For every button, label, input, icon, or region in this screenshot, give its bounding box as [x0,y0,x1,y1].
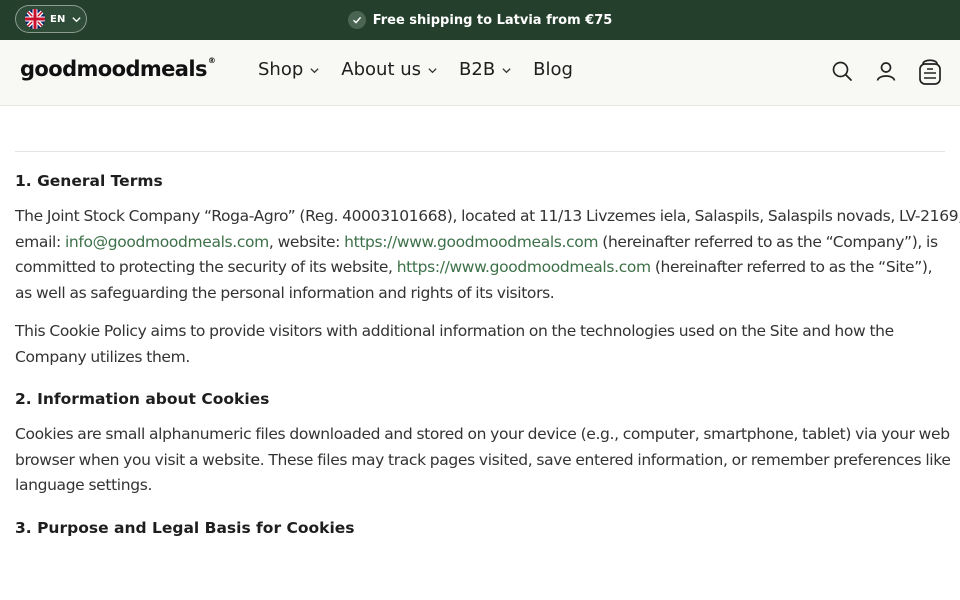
text-line: Company utilizes them. [15,347,190,366]
announcement-bar: EN Free shipping to Latvia from €75 [0,0,960,40]
text-line: email: info@goodmoodmeals.com, website: … [15,230,945,256]
chevron-down-icon [310,68,319,74]
header-actions [830,56,942,86]
nav-item-about-us[interactable]: About us [341,59,438,86]
section-heading-cookies-info: 2. Information about Cookies [15,390,270,408]
text-span: , website: [268,232,345,251]
nav-item-b2b[interactable]: B2B [459,59,512,86]
chevron-down-icon [71,16,81,22]
text-line: Cookies are small alphanumeric files dow… [15,425,950,443]
language-code: EN [50,13,66,25]
policy-content: 1. General Terms The Joint Stock Company… [0,151,960,538]
text-line: committed to protecting the security of … [15,255,945,281]
nav-item-blog[interactable]: Blog [533,59,573,86]
paragraph-company-info: The Joint Stock Company “Roga-Agro” (Reg… [15,204,960,306]
site-logo[interactable]: goodmoodmeals® [20,56,216,81]
language-selector[interactable]: EN [15,5,87,33]
promo-text: Free shipping to Latvia from €75 [372,12,613,28]
website-link[interactable]: https://www.goodmoodmeals.com [344,233,598,251]
bag-icon[interactable] [918,56,942,86]
main-nav: Shop About us B2B Blog [258,40,594,105]
website-link[interactable]: https://www.goodmoodmeals.com [397,258,651,276]
paragraph-cookies-definition: Cookies are small alphanumeric files dow… [15,422,951,499]
text-line: as well as safeguarding the personal inf… [15,283,555,302]
account-icon[interactable] [874,56,898,86]
text-span: email: [15,232,65,251]
site-header: goodmoodmeals® Shop About us B2B Blog [0,40,960,106]
uk-flag-icon [25,9,45,29]
text-span: (hereinafter referred to as the “Site”), [650,258,933,276]
nav-item-shop[interactable]: Shop [258,59,320,86]
paragraph-policy-aim: This Cookie Policy aims to provide visit… [15,319,945,370]
promo-message: Free shipping to Latvia from €75 [0,0,960,40]
text-line: language settings. [15,476,153,494]
chevron-down-icon [502,68,511,74]
registered-mark: ® [207,56,216,65]
text-line: browser when you visit a website. These … [15,450,951,469]
check-icon [347,11,366,29]
section-heading-general-terms: 1. General Terms [15,172,163,190]
chevron-down-icon [428,68,437,74]
text-line: This Cookie Policy aims to provide visit… [15,322,894,340]
text-span: (hereinafter referred to as the “Company… [598,232,938,251]
search-icon[interactable] [830,56,854,86]
text-span: committed to protecting the security of … [15,258,397,276]
section-heading-purpose: 3. Purpose and Legal Basis for Cookies [15,518,355,537]
nav-label: About us [341,59,422,80]
nav-label: B2B [459,59,496,80]
email-link[interactable]: info@goodmoodmeals.com [65,233,269,251]
nav-label: Blog [533,59,573,80]
text-line: The Joint Stock Company “Roga-Agro” (Reg… [15,207,960,225]
section-divider [15,151,945,152]
nav-label: Shop [258,59,304,80]
logo-text: goodmoodmeals [20,57,207,81]
